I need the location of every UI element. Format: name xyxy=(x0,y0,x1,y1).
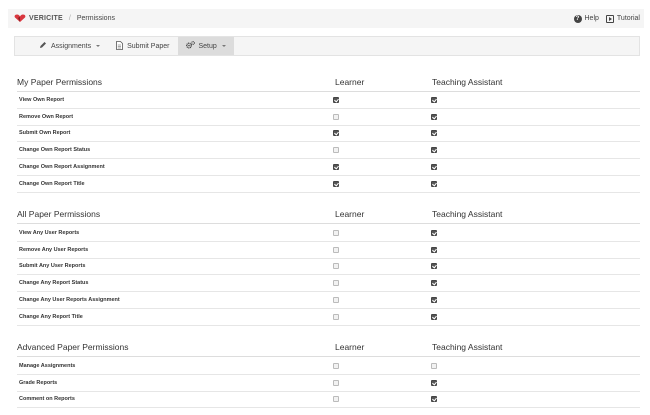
learner-checkbox[interactable] xyxy=(333,130,339,137)
learner-checkbox[interactable] xyxy=(333,163,339,170)
section-title: My Paper Permissions xyxy=(17,77,103,87)
permission-label: Remove Any User Reports xyxy=(19,246,89,253)
column-header-learner: Learner xyxy=(335,209,365,219)
main-nav: Assignments Submit Paper Setup xyxy=(14,36,640,56)
question-circle-icon: ? xyxy=(573,14,582,23)
permission-row: Submit Any User Reports xyxy=(17,258,640,276)
permission-label: Change Any Report Title xyxy=(19,313,83,320)
teaching-assistant-checkbox[interactable] xyxy=(431,263,437,270)
permission-label: Remove Own Report xyxy=(19,113,74,120)
nav-setup[interactable]: Setup xyxy=(177,37,234,55)
permission-row: Change Any User Reports Assignment xyxy=(17,292,640,309)
help-label: Help xyxy=(584,15,599,22)
breadcrumb-separator: / xyxy=(68,15,71,22)
breadcrumb-current: Permissions xyxy=(76,15,115,22)
permission-row: Change Any Report Title xyxy=(17,309,640,326)
document-icon xyxy=(116,40,123,52)
learner-checkbox[interactable] xyxy=(333,180,339,187)
permission-label: Change Own Report Assignment xyxy=(19,163,105,170)
learner-checkbox[interactable] xyxy=(333,246,339,253)
permission-row: Change Own Report Title xyxy=(17,176,640,193)
column-header-teaching-assistant: Teaching Assistant xyxy=(432,209,503,219)
section-title: All Paper Permissions xyxy=(17,209,101,219)
permission-label: Change Any Report Status xyxy=(19,280,89,287)
section-title: Advanced Paper Permissions xyxy=(17,342,129,352)
top-bar-actions: ? Help Tutorial xyxy=(573,14,645,23)
column-header-learner: Learner xyxy=(335,342,365,352)
permission-row: Change Any Report Status xyxy=(17,275,640,293)
gears-icon xyxy=(185,41,195,51)
permission-label: Manage Assignments xyxy=(19,363,76,369)
permission-row: Remove Own Report xyxy=(17,109,640,126)
permission-row: View Any User Reports xyxy=(17,225,640,242)
learner-checkbox[interactable] xyxy=(333,313,339,320)
chevron-down-icon xyxy=(96,45,101,47)
permission-label: View Any User Reports xyxy=(19,230,80,236)
column-header-teaching-assistant: Teaching Assistant xyxy=(432,77,503,87)
column-header-teaching-assistant: Teaching Assistant xyxy=(432,342,503,352)
permission-label: Submit Own Report xyxy=(19,130,71,137)
teaching-assistant-checkbox[interactable] xyxy=(431,113,437,120)
permission-row: Change Own Report Status xyxy=(17,142,640,160)
help-link[interactable]: ? Help xyxy=(573,14,599,23)
permission-label: Change Any User Reports Assignment xyxy=(19,296,120,303)
permission-label: Submit Any User Reports xyxy=(19,263,86,270)
permission-row: Remove Any User Reports xyxy=(17,242,640,259)
chevron-down-icon xyxy=(221,45,226,47)
teaching-assistant-checkbox[interactable] xyxy=(431,180,437,187)
teaching-assistant-checkbox[interactable] xyxy=(431,163,437,170)
teaching-assistant-checkbox[interactable] xyxy=(431,246,437,253)
learner-checkbox[interactable] xyxy=(333,296,339,303)
teaching-assistant-checkbox[interactable] xyxy=(431,280,437,287)
teaching-assistant-checkbox[interactable] xyxy=(431,363,437,369)
top-bar: VERICITE / Permissions ? Help Tutorial xyxy=(8,9,644,28)
teaching-assistant-checkbox[interactable] xyxy=(431,147,437,154)
section-header-all-paper: All Paper Permissions Learner Teaching A… xyxy=(17,206,640,224)
nav-setup-label: Setup xyxy=(198,42,217,50)
section-header-advanced-paper: Advanced Paper Permissions Learner Teach… xyxy=(17,339,640,357)
nav-assignments-label: Assignments xyxy=(51,42,92,50)
permission-label: Grade Reports xyxy=(19,379,58,386)
learner-checkbox[interactable] xyxy=(333,263,339,270)
column-header-learner: Learner xyxy=(335,77,365,87)
permission-row: Change Own Report Assignment xyxy=(17,159,640,176)
teaching-assistant-checkbox[interactable] xyxy=(431,296,437,303)
permission-row: Comment on Reports xyxy=(17,391,640,409)
learner-checkbox[interactable] xyxy=(333,97,339,103)
nav-submit-paper[interactable]: Submit Paper xyxy=(108,37,177,55)
learner-checkbox[interactable] xyxy=(333,147,339,154)
section-header-my-paper: My Paper Permissions Learner Teaching As… xyxy=(17,74,640,92)
permission-row: View Own Report xyxy=(17,92,640,109)
brand-name[interactable]: VERICITE xyxy=(29,15,63,22)
pencil-icon xyxy=(39,41,47,51)
permission-label: Comment on Reports xyxy=(19,396,75,403)
teaching-assistant-checkbox[interactable] xyxy=(431,379,437,386)
nav-assignments[interactable]: Assignments xyxy=(31,37,108,55)
permission-row: Submit Own Report xyxy=(17,125,640,143)
learner-checkbox[interactable] xyxy=(333,363,339,369)
teaching-assistant-checkbox[interactable] xyxy=(431,396,437,403)
permission-label: Change Own Report Status xyxy=(19,147,91,154)
nav-submit-paper-label: Submit Paper xyxy=(127,42,170,50)
learner-checkbox[interactable] xyxy=(333,230,339,236)
teaching-assistant-checkbox[interactable] xyxy=(431,130,437,137)
learner-checkbox[interactable] xyxy=(333,113,339,120)
teaching-assistant-checkbox[interactable] xyxy=(431,313,437,320)
teaching-assistant-checkbox[interactable] xyxy=(431,97,437,103)
teaching-assistant-checkbox[interactable] xyxy=(431,230,437,236)
permission-label: View Own Report xyxy=(19,97,65,103)
tutorial-label: Tutorial xyxy=(616,15,640,22)
permission-label: Change Own Report Title xyxy=(19,180,85,187)
learner-checkbox[interactable] xyxy=(333,280,339,287)
tutorial-link[interactable]: Tutorial xyxy=(605,14,640,23)
learner-checkbox[interactable] xyxy=(333,379,339,386)
permission-row: Grade Reports xyxy=(17,375,640,392)
play-square-icon xyxy=(605,14,614,23)
learner-checkbox[interactable] xyxy=(333,396,339,403)
vericite-logo-icon xyxy=(14,14,26,23)
permission-row: Manage Assignments xyxy=(17,358,640,375)
